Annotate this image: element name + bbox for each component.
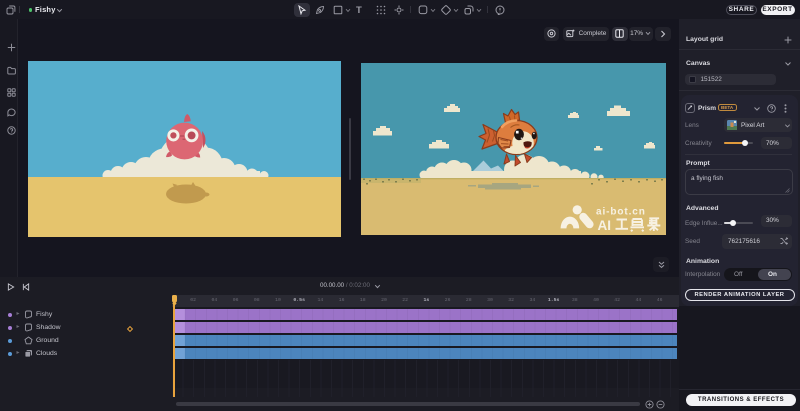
svg-text:AI: AI [598,218,612,233]
svg-text:ai-bot.cn: ai-bot.cn [596,207,646,218]
